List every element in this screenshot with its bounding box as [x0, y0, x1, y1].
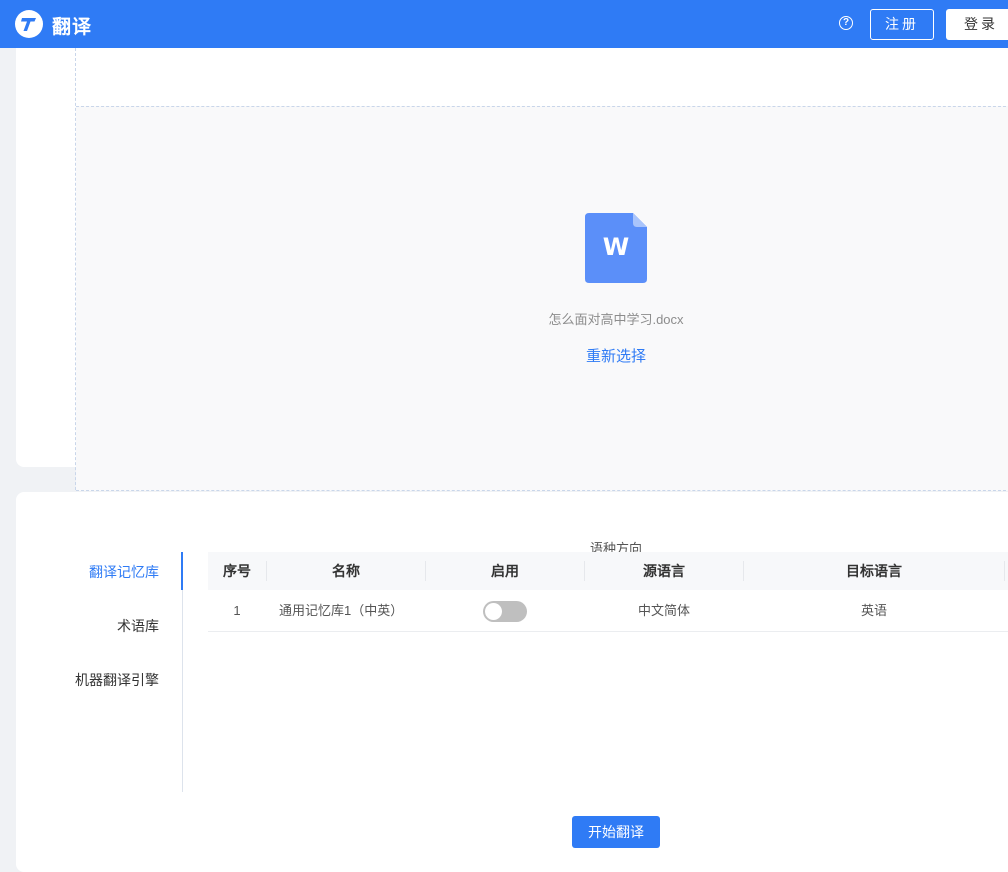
- column-header-source-language: 源语言: [643, 563, 685, 579]
- register-button[interactable]: 注册: [870, 9, 934, 40]
- table-row: 1 通用记忆库1（中英） 中文简体 英语: [208, 590, 1008, 632]
- settings-card: [16, 492, 1008, 872]
- row-target-language: 英语: [860, 603, 887, 618]
- column-header-enabled: 启用: [491, 563, 519, 579]
- word-file-icon: W: [585, 213, 647, 283]
- selected-filename: 怎么面对高中学习.docx: [548, 312, 684, 327]
- reselect-file-link[interactable]: 重新选择: [540, 345, 692, 366]
- toggle-knob: [485, 603, 502, 620]
- sidebar-item-translation-memory[interactable]: 翻译记忆库: [89, 562, 159, 582]
- column-header-target-language: 目标语言: [846, 563, 902, 579]
- column-header-index: 序号: [223, 563, 251, 579]
- top-bar: 翻译 ? 注册 登录: [0, 0, 1008, 48]
- sidebar-active-indicator: [181, 552, 183, 590]
- start-translation-button[interactable]: 开始翻译: [572, 816, 660, 848]
- sidebar-item-termbase[interactable]: 术语库: [117, 616, 159, 636]
- file-drop-zone[interactable]: [76, 106, 1008, 491]
- dashed-guide-line: [75, 48, 76, 510]
- table-header: 序号 名称 启用 源语言 目标语言: [208, 552, 1008, 590]
- sidebar-item-mt-engine[interactable]: 机器翻译引擎: [75, 670, 159, 690]
- row-index: 1: [233, 603, 241, 618]
- login-button[interactable]: 登录: [946, 9, 1008, 40]
- column-separator: [1004, 561, 1005, 581]
- logo-icon: [15, 10, 43, 38]
- enable-toggle[interactable]: [483, 601, 527, 622]
- column-header-name: 名称: [332, 563, 360, 579]
- row-name: 通用记忆库1（中英）: [279, 603, 404, 618]
- brand-title: 翻译: [52, 17, 93, 38]
- help-icon[interactable]: ?: [839, 16, 853, 30]
- row-source-language: 中文简体: [637, 603, 690, 618]
- word-file-letter: W: [603, 233, 629, 261]
